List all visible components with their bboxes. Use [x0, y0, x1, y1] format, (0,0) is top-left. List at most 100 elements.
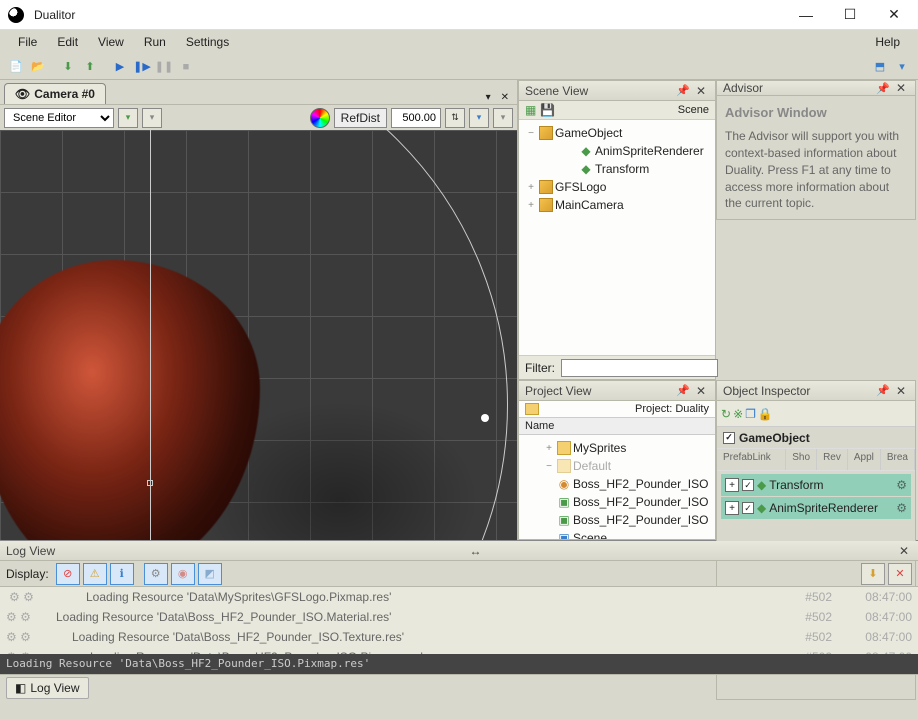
project-node-default[interactable]: − Default [521, 457, 713, 475]
project-node-scene[interactable]: ▣ Scene [521, 529, 713, 539]
window-dock-icon[interactable]: ↔ [467, 544, 485, 558]
editor-folder-icon[interactable]: ▾ [118, 108, 138, 128]
menu-help[interactable]: Help [865, 31, 910, 53]
pin-icon[interactable]: 📌 [673, 84, 693, 97]
log-filter-info-icon[interactable]: ℹ [110, 563, 134, 585]
project-node-resource[interactable]: ▣ Boss_HF2_Pounder_ISO [521, 511, 713, 529]
pin-icon[interactable]: 📌 [673, 384, 693, 397]
log-filter-warn-icon[interactable]: ⚠ [83, 563, 107, 585]
tree-node-transform[interactable]: ◆ Transform [521, 160, 713, 178]
prefab-break-button[interactable]: Brea [881, 449, 915, 470]
inspector-tool-pin-icon[interactable]: 🔒 [758, 407, 773, 421]
toolbar-new-icon[interactable]: 📄 [6, 57, 26, 77]
component-transform-header[interactable]: + ✓ ◆ Transform ⚙ [721, 474, 911, 496]
close-icon[interactable]: ✕ [896, 544, 912, 558]
editor-settings-icon[interactable]: ▾ [493, 108, 513, 128]
log-filter-error-icon[interactable]: ⊘ [56, 563, 80, 585]
menu-run[interactable]: Run [134, 31, 176, 53]
project-node-resource[interactable]: ▣ Boss_HF2_Pounder_ISO [521, 493, 713, 511]
maximize-button[interactable]: ☐ [828, 0, 872, 30]
toolbar-pause-icon[interactable]: ❚❚ [154, 57, 174, 77]
toolbar-import-icon[interactable]: ⬇ [58, 57, 78, 77]
toolbar-open-icon[interactable]: 📂 [28, 57, 48, 77]
refdist-input[interactable] [391, 108, 441, 128]
expand-icon[interactable]: + [525, 200, 537, 211]
inspector-tool-refresh-icon[interactable]: ↻ [721, 407, 731, 421]
viewport[interactable] [0, 130, 517, 540]
menu-settings[interactable]: Settings [176, 31, 239, 53]
log-filter-editor-icon[interactable]: ◩ [198, 563, 222, 585]
tree-node-gfslogo[interactable]: + GFSLogo [521, 178, 713, 196]
log-view-tab[interactable]: ◧ Log View [6, 677, 89, 699]
log-row[interactable]: ⚙ ⚙ Loading Resource 'Data\Boss_HF2_Poun… [0, 607, 918, 627]
expand-icon[interactable]: − [525, 128, 537, 139]
minimize-button[interactable]: — [784, 0, 828, 30]
expand-icon[interactable]: + [725, 501, 739, 515]
menu-file[interactable]: File [8, 31, 47, 53]
inspector-object-row[interactable]: ✓ GameObject [717, 427, 915, 449]
prefab-revert-button[interactable]: Rev [817, 449, 848, 470]
close-button[interactable]: ✕ [872, 0, 916, 30]
expand-icon[interactable]: + [525, 182, 537, 193]
editor-mode-select[interactable]: Scene Editor [4, 108, 114, 128]
log-filter-engine-icon[interactable]: ⚙ [144, 563, 168, 585]
close-icon[interactable]: ✕ [693, 84, 709, 98]
scene-tool-new-icon[interactable]: ▦ [525, 103, 536, 117]
tree-node-animspriterenderer[interactable]: ◆ AnimSpriteRenderer [521, 142, 713, 160]
inspector-tool-copy-icon[interactable]: ❐ [745, 407, 756, 421]
scene-filter-input[interactable] [561, 359, 718, 377]
editor-tab-camera[interactable]: 👁 Camera #0 [4, 83, 106, 104]
project-node-mysprites[interactable]: + MySprites [521, 439, 713, 457]
editor-tab-menu-icon[interactable]: ▾ [482, 91, 495, 104]
menu-view[interactable]: View [88, 31, 134, 53]
menu-edit[interactable]: Edit [47, 31, 88, 53]
toolbar-play-icon[interactable]: ▶ [110, 57, 130, 77]
component-enabled-checkbox[interactable]: ✓ [742, 502, 754, 514]
component-animsprite-header[interactable]: + ✓ ◆ AnimSpriteRenderer ⚙ [721, 497, 911, 519]
log-row[interactable]: ⚙ ⚙ Loading Resource 'Data\MySprites\GFS… [0, 587, 918, 607]
toolbar-stop-icon[interactable]: ■ [176, 57, 196, 77]
log-row[interactable]: ⚙ ⚙ Loading Resource 'Data\Boss_HF2_Poun… [0, 647, 918, 654]
gear-icon[interactable]: ⚙ [896, 501, 907, 515]
log-autoscroll-icon[interactable]: ⬇ [861, 563, 885, 585]
expand-icon[interactable]: + [725, 478, 739, 492]
gear-icon[interactable]: ⚙ [896, 478, 907, 492]
toolbar-step-icon[interactable]: ❚▶ [132, 57, 152, 77]
close-icon[interactable]: ✕ [893, 81, 909, 95]
viewport-center-handle[interactable] [147, 480, 153, 486]
project-column-header[interactable]: Name [519, 418, 715, 435]
close-icon[interactable]: ✕ [693, 384, 709, 398]
advisor-title: Advisor [723, 81, 763, 95]
pin-icon[interactable]: 📌 [873, 82, 893, 95]
component-enabled-checkbox[interactable]: ✓ [742, 479, 754, 491]
inspector-tool-lock-icon[interactable]: ※ [733, 407, 743, 421]
object-enabled-checkbox[interactable]: ✓ [723, 432, 735, 444]
toolbar-right-b-icon[interactable]: ▾ [892, 57, 912, 77]
viewport-arc-handle[interactable] [481, 414, 489, 422]
expand-icon[interactable]: + [543, 443, 555, 454]
tree-node-maincamera[interactable]: + MainCamera [521, 196, 713, 214]
tree-node-gameobject[interactable]: − GameObject [521, 124, 713, 142]
project-folder-icon[interactable] [525, 403, 539, 415]
scene-tool-save-icon[interactable]: 💾 [540, 103, 555, 117]
log-row[interactable]: ⚙ ⚙ Loading Resource 'Data\Boss_HF2_Poun… [0, 627, 918, 647]
log-clear-icon[interactable]: ✕ [888, 563, 912, 585]
prefab-apply-button[interactable]: Appl [848, 449, 881, 470]
log-filter-game-icon[interactable]: ◉ [171, 563, 195, 585]
close-icon[interactable]: ✕ [893, 384, 909, 398]
toolbar-export-icon[interactable]: ⬆ [80, 57, 100, 77]
prefab-show-button[interactable]: Sho [786, 449, 817, 470]
toolbar-right-a-icon[interactable]: ⬒ [870, 57, 890, 77]
menubar: File Edit View Run Settings Help [0, 30, 918, 54]
project-node-resource[interactable]: ◉ Boss_HF2_Pounder_ISO [521, 475, 713, 493]
prefab-label: PrefabLink [717, 449, 786, 470]
log-body[interactable]: ⚙ ⚙ Loading Resource 'Data\MySprites\GFS… [0, 587, 918, 654]
pin-icon[interactable]: 📌 [873, 384, 893, 397]
editor-color-icon[interactable] [310, 108, 330, 128]
editor-tab-close-icon[interactable]: ✕ [497, 91, 513, 104]
refdist-spinner-icon[interactable]: ⇅ [445, 108, 465, 128]
expand-icon[interactable]: − [543, 461, 555, 472]
log-num: #502 [782, 630, 832, 644]
editor-layers-icon[interactable]: ▾ [469, 108, 489, 128]
editor-shape-icon[interactable]: ▾ [142, 108, 162, 128]
